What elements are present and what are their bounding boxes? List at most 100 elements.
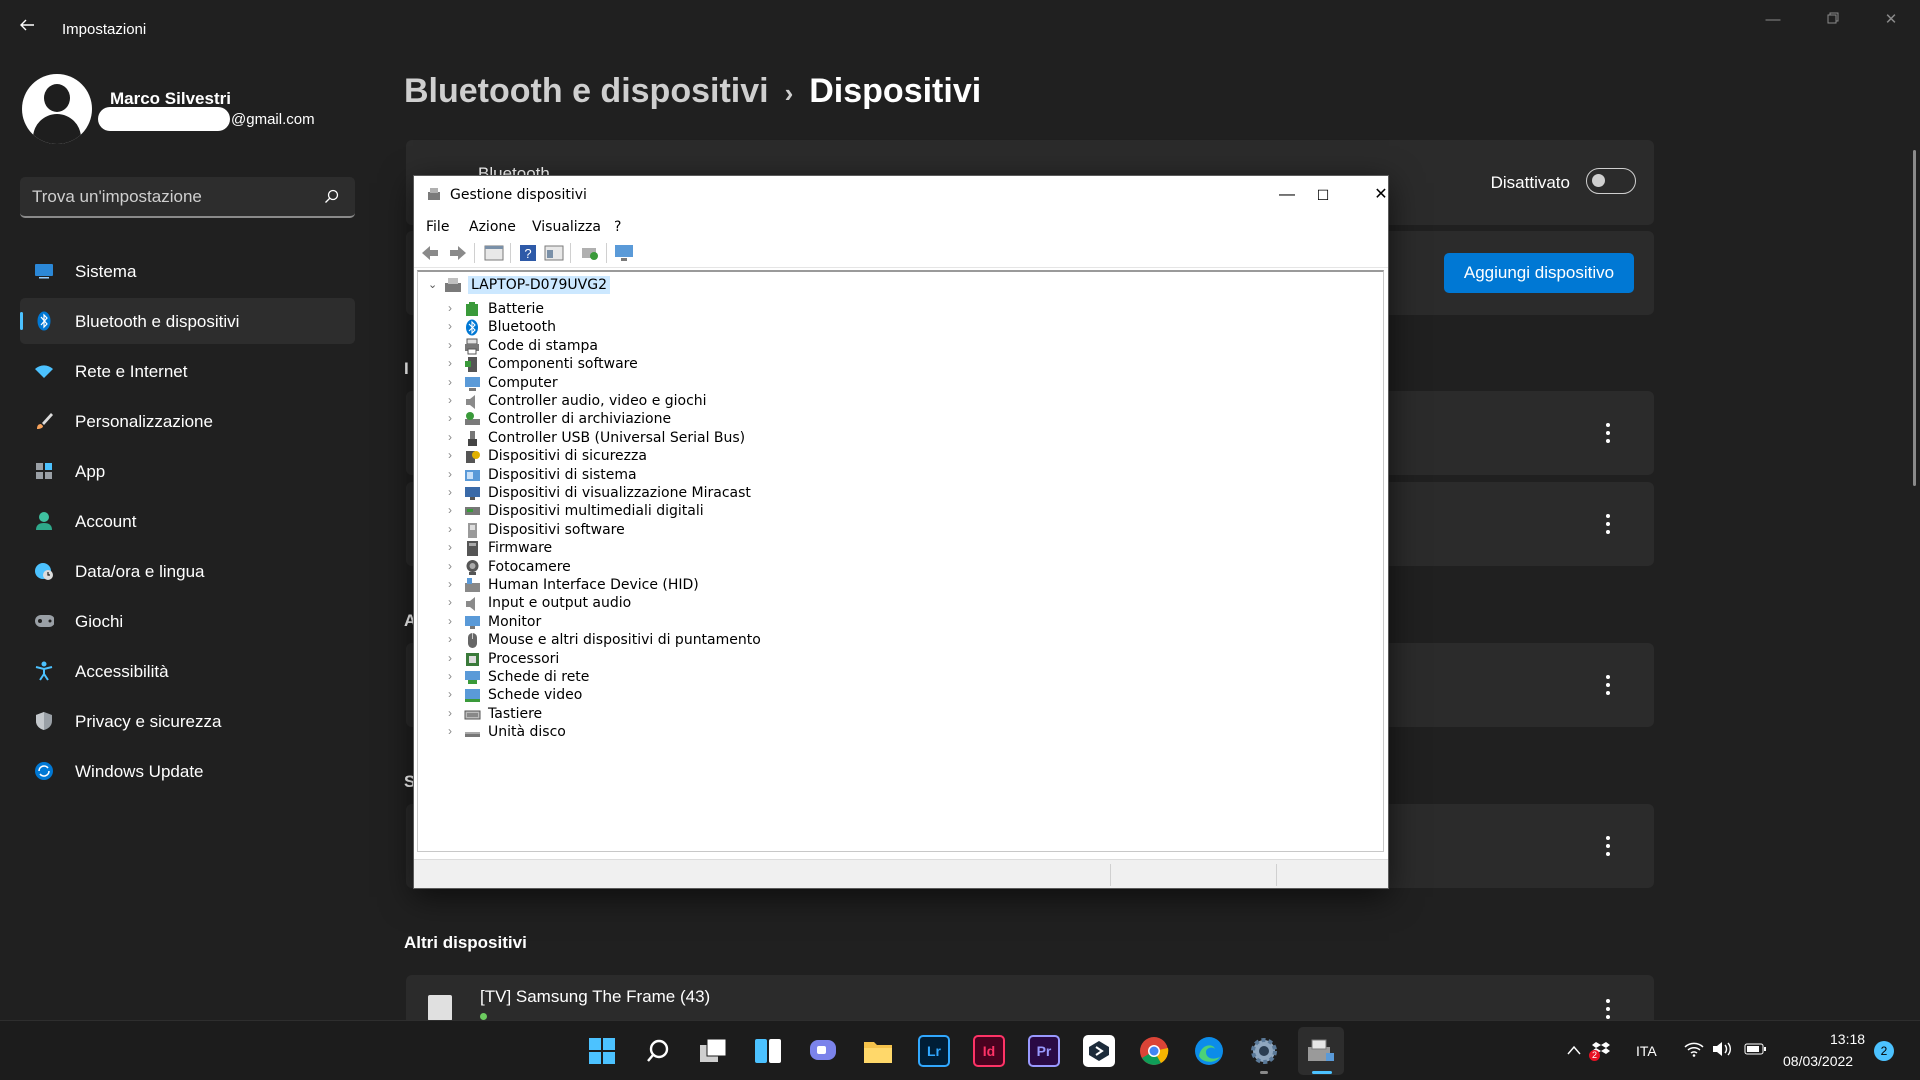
scan-hardware-icon[interactable] xyxy=(580,244,600,262)
tree-item[interactable]: › Input e output audio xyxy=(448,594,1048,614)
dropbox-icon[interactable]: 2 xyxy=(1589,1040,1610,1061)
tree-item[interactable]: › Componenti software xyxy=(448,355,1048,375)
chevron-right-icon[interactable]: › xyxy=(448,577,452,591)
properties-icon[interactable] xyxy=(544,244,564,262)
device-manager-icon[interactable] xyxy=(1305,1035,1337,1067)
restore-button[interactable] xyxy=(1813,8,1853,32)
tree-item[interactable]: › Schede di rete xyxy=(448,668,1048,688)
tree-item[interactable]: › Dispositivi di sicurezza xyxy=(448,447,1048,467)
wifi-icon[interactable] xyxy=(1684,1041,1704,1057)
tree-item[interactable]: › Code di stampa xyxy=(448,337,1048,357)
menu-help[interactable]: ? xyxy=(614,219,621,235)
sidebar-item-sistema[interactable]: Sistema xyxy=(20,248,355,294)
sidebar-item-app[interactable]: App xyxy=(20,448,355,494)
close-button[interactable]: ✕ xyxy=(1871,8,1911,32)
chevron-right-icon[interactable]: › xyxy=(448,651,452,665)
chevron-right-icon[interactable]: › xyxy=(448,319,452,333)
more-options-icon[interactable] xyxy=(1606,836,1610,856)
more-options-icon[interactable] xyxy=(1606,675,1610,695)
forward-arrow-icon[interactable] xyxy=(448,244,468,262)
tree-item[interactable]: › Monitor xyxy=(448,613,1048,633)
language-indicator[interactable]: ITA xyxy=(1636,1043,1657,1059)
dm-maximize-button[interactable]: ☐ xyxy=(1300,180,1346,210)
tree-item[interactable]: › Controller di archiviazione xyxy=(448,410,1048,430)
premiere-icon[interactable]: Pr xyxy=(1028,1035,1060,1067)
tree-item[interactable]: › Bluetooth xyxy=(448,318,1048,338)
more-options-icon[interactable] xyxy=(1606,514,1610,534)
chevron-right-icon[interactable]: › xyxy=(448,301,452,315)
chevron-right-icon[interactable]: › xyxy=(448,411,452,425)
chevron-right-icon[interactable]: › xyxy=(448,724,452,738)
battery-icon[interactable] xyxy=(1744,1043,1766,1055)
tree-item[interactable]: › Dispositivi di sistema xyxy=(448,466,1048,486)
chevron-right-icon[interactable]: › xyxy=(448,393,452,407)
start-icon[interactable] xyxy=(586,1035,618,1067)
chevron-right-icon[interactable]: › xyxy=(448,559,452,573)
breadcrumb-parent[interactable]: Bluetooth e dispositivi xyxy=(404,72,769,110)
notification-badge[interactable]: 2 xyxy=(1874,1041,1894,1061)
menu-visualizza[interactable]: Visualizza xyxy=(532,219,601,235)
clock-time[interactable]: 13:18 xyxy=(1830,1031,1865,1047)
tree-item[interactable]: › Human Interface Device (HID) xyxy=(448,576,1048,596)
bluetooth-toggle[interactable] xyxy=(1586,168,1636,194)
device-row-tv[interactable]: [TV] Samsung The Frame (43) xyxy=(406,975,1654,1021)
tree-item[interactable]: › Dispositivi di visualizzazione Miracast xyxy=(448,484,1048,504)
back-button[interactable] xyxy=(18,16,42,40)
chevron-right-icon[interactable]: › xyxy=(448,669,452,683)
sidebar-item-privacy[interactable]: Privacy e sicurezza xyxy=(20,698,355,744)
search-input[interactable] xyxy=(32,186,312,208)
help-icon[interactable]: ? xyxy=(518,244,538,262)
tree-item[interactable]: › Dispositivi multimediali digitali xyxy=(448,502,1048,522)
indesign-icon[interactable]: Id xyxy=(973,1035,1005,1067)
more-options-icon[interactable] xyxy=(1606,423,1610,443)
chevron-right-icon[interactable]: › xyxy=(448,430,452,444)
add-device-button[interactable]: Aggiungi dispositivo xyxy=(1444,253,1634,293)
chevron-right-icon[interactable]: › xyxy=(448,356,452,370)
chevron-right-icon[interactable]: › xyxy=(448,706,452,720)
tree-item[interactable]: › Unità disco xyxy=(448,723,1048,743)
clock-date[interactable]: 08/03/2022 xyxy=(1783,1053,1853,1069)
tree-item[interactable]: › Schede video xyxy=(448,686,1048,706)
sidebar-item-windows-update[interactable]: Windows Update xyxy=(20,748,355,794)
tree-item[interactable]: › Tastiere xyxy=(448,705,1048,725)
more-options-icon[interactable] xyxy=(1606,999,1610,1019)
widgets-icon[interactable] xyxy=(752,1035,784,1067)
chevron-right-icon[interactable]: › xyxy=(448,503,452,517)
tree-item[interactable]: › Firmware xyxy=(448,539,1048,559)
edge-icon[interactable] xyxy=(1193,1035,1225,1067)
menu-file[interactable]: File xyxy=(426,219,449,235)
sidebar-item-account[interactable]: Account xyxy=(20,498,355,544)
file-explorer-icon[interactable] xyxy=(862,1035,894,1067)
sidebar-item-data-ora[interactable]: Data/ora e lingua xyxy=(20,548,355,594)
menu-azione[interactable]: Azione xyxy=(469,219,516,235)
tree-item[interactable]: › Dispositivi software xyxy=(448,521,1048,541)
monitor-icon[interactable] xyxy=(614,244,634,262)
chevron-right-icon[interactable]: › xyxy=(448,522,452,536)
tree-item[interactable]: › Computer xyxy=(448,374,1048,394)
chevron-down-icon[interactable]: ⌄ xyxy=(428,278,437,291)
settings-search[interactable] xyxy=(20,177,355,218)
tree-item[interactable]: › Fotocamere xyxy=(448,558,1048,578)
chevron-right-icon[interactable]: › xyxy=(448,614,452,628)
tree-item[interactable]: › Controller audio, video e giochi xyxy=(448,392,1048,412)
chevron-right-icon[interactable]: › xyxy=(448,448,452,462)
sidebar-item-rete[interactable]: Rete e Internet xyxy=(20,348,355,394)
show-hide-console-tree-icon[interactable] xyxy=(484,244,504,262)
chevron-right-icon[interactable]: › xyxy=(448,485,452,499)
chevron-right-icon[interactable]: › xyxy=(448,595,452,609)
lightroom-icon[interactable]: Lr xyxy=(918,1035,950,1067)
chevron-right-icon[interactable]: › xyxy=(448,632,452,646)
volume-icon[interactable] xyxy=(1712,1041,1732,1057)
chrome-icon[interactable] xyxy=(1138,1035,1170,1067)
device-tree[interactable]: ⌄ LAPTOP-D079UVG2 › Batterie › Bluetooth › Co… xyxy=(417,270,1384,852)
tree-item[interactable]: › Controller USB (Universal Serial Bus) xyxy=(448,429,1048,449)
chevron-right-icon[interactable]: › xyxy=(448,687,452,701)
sidebar-item-personalizzazione[interactable]: Personalizzazione xyxy=(20,398,355,444)
settings-icon[interactable] xyxy=(1248,1035,1280,1067)
dm-close-button[interactable]: ✕ xyxy=(1358,180,1404,210)
back-arrow-icon[interactable] xyxy=(420,244,440,262)
chevron-right-icon[interactable]: › xyxy=(448,540,452,554)
chevron-right-icon[interactable]: › xyxy=(448,467,452,481)
task-view-icon[interactable] xyxy=(697,1035,729,1067)
tree-item[interactable]: › Batterie xyxy=(448,300,1048,320)
